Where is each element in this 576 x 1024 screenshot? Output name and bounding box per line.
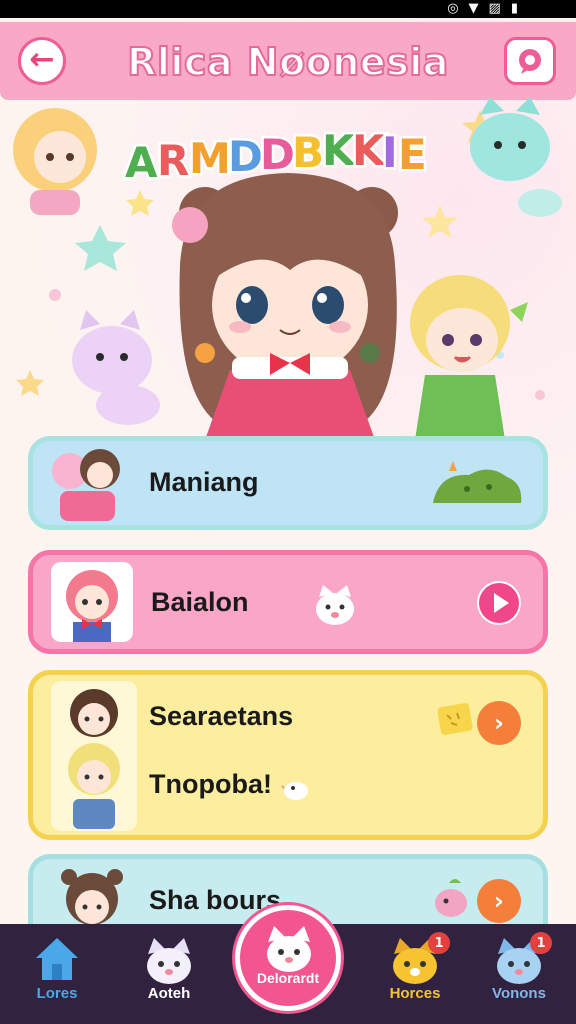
bird-character-icon [435, 879, 467, 917]
notification-badge: 1 [530, 932, 552, 954]
next-button-2[interactable]: › [477, 879, 521, 923]
banner-letter-10: E [398, 130, 427, 179]
card-3-thumbnail [51, 681, 137, 831]
banner-letter-2: R [157, 136, 189, 185]
nav-item-horces[interactable]: 1 Horces [370, 932, 460, 1018]
banner-letter-9: I [382, 128, 398, 177]
banner-letter-6: B [292, 128, 324, 177]
card-4-thumbnail [61, 869, 123, 925]
banner-letter-7: K [322, 126, 356, 175]
card-1-label: Maniang [149, 467, 259, 497]
notification-badge: 1 [428, 932, 450, 954]
card-3-label: Searaetans [149, 701, 294, 731]
lilac-cat-sticker [72, 310, 160, 425]
mute-icon: ▨ [488, 1, 501, 16]
blonde-girl-sticker [13, 108, 97, 215]
back-button[interactable]: ← [18, 37, 66, 85]
menu-card-2[interactable]: Baialon [28, 550, 548, 654]
bush-icon [433, 461, 522, 503]
card-1-thumbnail [52, 449, 120, 521]
banner-letter-3: M [189, 134, 231, 183]
bird-icon [281, 782, 308, 800]
next-button[interactable]: › [477, 701, 521, 745]
banner-letter-5: D [260, 130, 295, 179]
menu-card-1[interactable]: Maniang [28, 436, 548, 530]
banner-letter-8: K [352, 126, 386, 175]
home-icon [36, 938, 78, 980]
arrow-left-icon: ← [29, 41, 55, 77]
sticky-note-icon [437, 703, 473, 735]
nav-label-horces: Horces [389, 985, 441, 1002]
nav-item-lores[interactable]: Lores [12, 934, 102, 1018]
banner-wordmark: A R M D D B K K I E [123, 124, 430, 190]
chat-button[interactable] [504, 37, 556, 85]
banner-letter-1: A [125, 138, 158, 187]
cyan-cat-sticker [470, 97, 562, 217]
app-title: Rlica Nøonesia [126, 39, 449, 85]
cat-face-icon [267, 926, 311, 972]
card-2-thumbnail [51, 562, 133, 642]
play-icon [479, 583, 519, 623]
chat-bubble-icon [519, 49, 541, 74]
menu-card-3[interactable]: Searaetans Tnopoba! › [28, 670, 548, 840]
cat-face-icon [147, 938, 191, 984]
card-3-sub-label: Tnopoba! [149, 769, 272, 799]
nav-item-delorardt[interactable]: Delorardt [235, 905, 341, 1011]
chevron-right-icon: › [494, 709, 504, 737]
nav-item-aoteh[interactable]: Aoteh [124, 934, 214, 1018]
banner-letter-4: D [228, 132, 263, 181]
app-header: ← Rlica Nøonesia [0, 22, 576, 100]
battery-icon: ▮ [510, 1, 518, 16]
cat-face-icon [316, 585, 354, 625]
nav-item-vonons[interactable]: 1 Vonons [474, 932, 564, 1018]
hero-illustration: A R M D D B K K I E [13, 97, 562, 440]
status-bar: ◎ ▼ ▨ ▮ [0, 0, 576, 18]
wifi-icon: ▼ [468, 1, 479, 16]
main-character-girl [172, 173, 398, 440]
nav-label-delorardt: Delorardt [256, 970, 320, 986]
signal-icon: ◎ [447, 1, 459, 16]
nav-label-lores: Lores [36, 985, 78, 1002]
nav-label-aoteh: Aoteh [147, 985, 191, 1002]
play-button[interactable] [477, 581, 521, 625]
chevron-right-icon: › [494, 887, 504, 915]
blonde-boy-character [410, 275, 528, 440]
card-2-label: Baialon [151, 587, 249, 617]
nav-label-vonons: Vonons [492, 985, 546, 1002]
